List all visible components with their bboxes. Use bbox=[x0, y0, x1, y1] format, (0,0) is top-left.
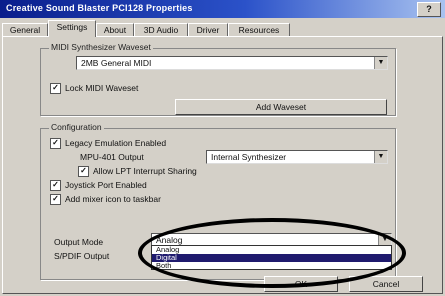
mpu-output-label: MPU-401 Output bbox=[80, 152, 144, 162]
properties-window: Creative Sound Blaster PCI128 Properties… bbox=[0, 0, 445, 296]
tab-settings[interactable]: Settings bbox=[48, 20, 96, 37]
ok-button[interactable]: OK bbox=[264, 276, 338, 292]
mixer-icon-label: Add mixer icon to taskbar bbox=[65, 194, 161, 204]
lpt-sharing-checkbox[interactable]: ✓ Allow LPT Interrupt Sharing bbox=[78, 165, 197, 178]
cancel-button[interactable]: Cancel bbox=[349, 276, 423, 292]
checkbox-box[interactable]: ✓ bbox=[78, 166, 89, 178]
window-title: Creative Sound Blaster PCI128 Properties bbox=[6, 3, 193, 13]
help-button[interactable]: ? bbox=[417, 2, 441, 17]
lock-waveset-checkbox[interactable]: ✓ Lock MIDI Waveset bbox=[50, 82, 139, 95]
tab-general[interactable]: General bbox=[2, 23, 48, 36]
chevron-down-icon[interactable]: ▼ bbox=[374, 57, 387, 69]
output-mode-dropdown-list: Analog Digital Both bbox=[151, 245, 392, 270]
checkbox-box[interactable]: ✓ bbox=[50, 180, 61, 192]
title-bar[interactable]: Creative Sound Blaster PCI128 Properties… bbox=[0, 0, 445, 18]
joystick-port-label: Joystick Port Enabled bbox=[65, 180, 147, 190]
output-mode-value: Analog bbox=[156, 235, 183, 245]
waveset-select[interactable]: 2MB General MIDI ▼ bbox=[76, 56, 388, 70]
configuration-group-label: Configuration bbox=[49, 122, 104, 132]
chevron-down-icon[interactable]: ▼ bbox=[374, 151, 387, 163]
checkbox-box[interactable]: ✓ bbox=[50, 138, 61, 150]
legacy-emulation-checkbox[interactable]: ✓ Legacy Emulation Enabled bbox=[50, 137, 167, 150]
checkbox-box[interactable]: ✓ bbox=[50, 194, 61, 206]
lock-waveset-label: Lock MIDI Waveset bbox=[65, 83, 139, 93]
add-waveset-button[interactable]: Add Waveset bbox=[175, 99, 387, 115]
lpt-sharing-label: Allow LPT Interrupt Sharing bbox=[93, 166, 197, 176]
dropdown-option-selected[interactable]: Digital bbox=[152, 254, 391, 262]
output-mode-label: Output Mode bbox=[54, 237, 104, 247]
mpu-output-select[interactable]: Internal Synthesizer ▼ bbox=[206, 150, 388, 164]
dropdown-option[interactable]: Analog bbox=[152, 246, 391, 254]
joystick-port-checkbox[interactable]: ✓ Joystick Port Enabled bbox=[50, 179, 147, 192]
mpu-output-value: Internal Synthesizer bbox=[211, 152, 287, 162]
dropdown-option[interactable]: Both bbox=[152, 262, 391, 270]
checkbox-box[interactable]: ✓ bbox=[50, 83, 61, 95]
tab-about[interactable]: About bbox=[96, 23, 134, 36]
waveset-value: 2MB General MIDI bbox=[81, 58, 152, 68]
tab-3d-audio[interactable]: 3D Audio bbox=[134, 23, 188, 36]
tab-resources[interactable]: Resources bbox=[228, 23, 290, 36]
legacy-emulation-label: Legacy Emulation Enabled bbox=[65, 138, 167, 148]
tab-driver[interactable]: Driver bbox=[188, 23, 228, 36]
midi-group-label: MIDI Synthesizer Waveset bbox=[49, 42, 153, 52]
spdif-output-label: S/PDIF Output bbox=[54, 251, 110, 261]
mixer-icon-checkbox[interactable]: ✓ Add mixer icon to taskbar bbox=[50, 193, 161, 206]
